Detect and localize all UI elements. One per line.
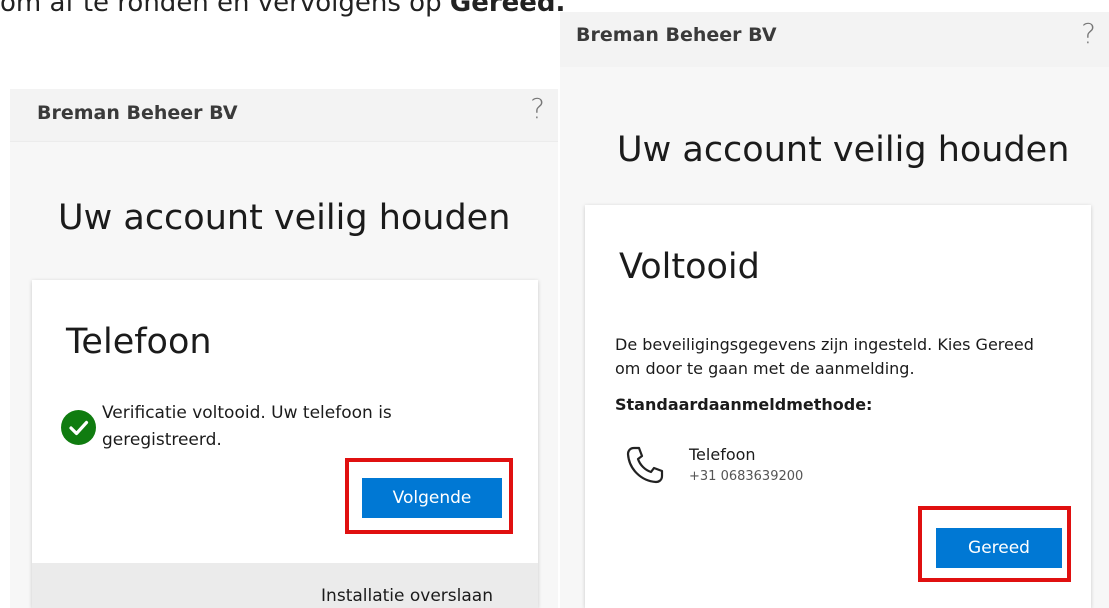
caption-text: om af te ronden en vervolgens op	[0, 0, 450, 18]
completion-description: De beveiligingsgegevens zijn ingesteld. …	[615, 335, 1034, 378]
highlight-box-done	[918, 506, 1071, 582]
skip-setup-link[interactable]: Installatie overslaan	[321, 586, 493, 606]
org-name: Breman Beheer BV	[576, 24, 777, 46]
page-title: Uw account veilig houden	[58, 198, 511, 238]
page-title: Uw account veilig houden	[617, 130, 1070, 170]
card-footer: Installatie overslaan	[32, 563, 538, 608]
help-icon[interactable]: ?	[530, 95, 545, 123]
verification-message: Verificatie voltooid. Uw telefoon is ger…	[102, 403, 392, 450]
phone-setup-card: Telefoon Verificatie voltooid. Uw telefo…	[32, 280, 538, 608]
card-heading: Voltooid	[619, 247, 760, 287]
phone-icon	[625, 445, 665, 485]
left-header-bar: Breman Beheer BV ?	[10, 89, 558, 142]
checkmark-circle-icon	[61, 410, 96, 445]
instruction-caption: om af te ronden en vervolgens op Gereed.	[0, 0, 565, 18]
method-name: Telefoon	[689, 445, 756, 464]
highlight-box-next	[345, 458, 513, 534]
org-name: Breman Beheer BV	[37, 102, 238, 124]
method-phone-number: +31 0683639200	[689, 469, 804, 484]
right-header-bar: Breman Beheer BV ?	[560, 12, 1109, 67]
caption-bold-text: Gereed.	[449, 0, 566, 18]
card-heading: Telefoon	[66, 322, 212, 362]
help-icon[interactable]: ?	[1081, 20, 1096, 48]
default-method-label: Standaardaanmeldmethode:	[615, 395, 873, 414]
